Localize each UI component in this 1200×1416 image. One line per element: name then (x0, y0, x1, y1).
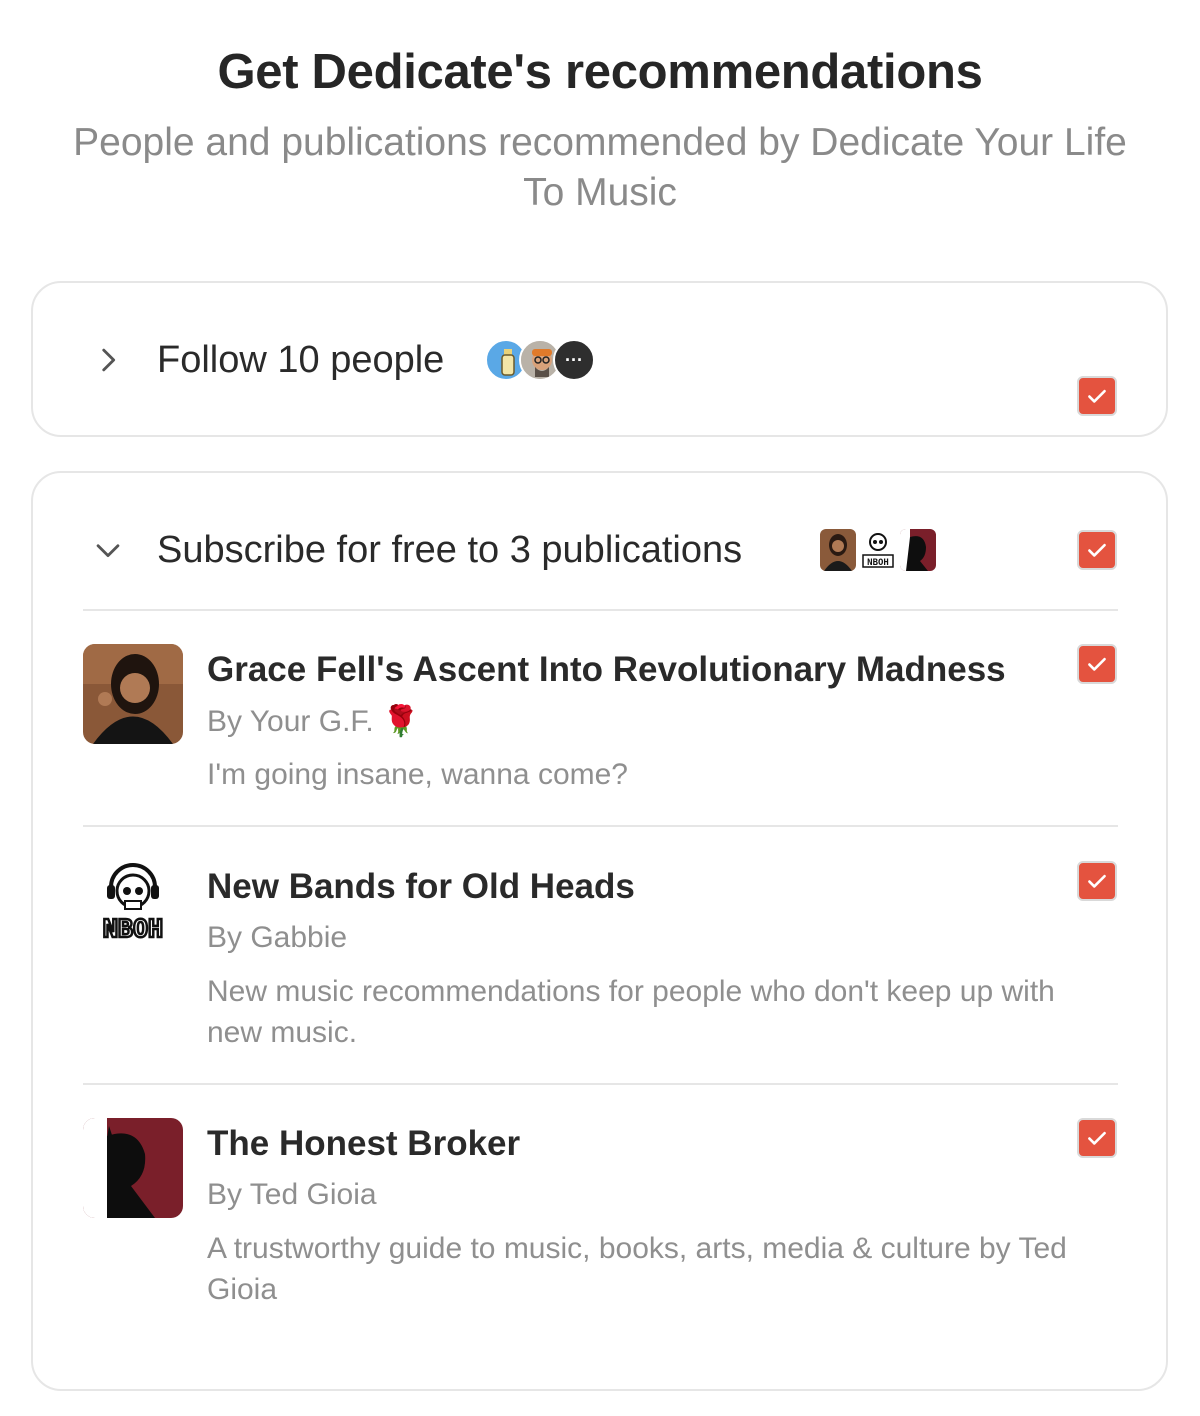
publication-checkbox[interactable] (1077, 1118, 1117, 1158)
page-subtitle: People and publications recommended by D… (73, 121, 1127, 214)
publication-name[interactable]: New Bands for Old Heads (207, 867, 635, 907)
publication-thumb-small (900, 529, 936, 571)
publication-thumbnail: NBOH (83, 861, 183, 961)
publication-thumb-small: NBOH (860, 529, 896, 571)
people-avatars: ··· (485, 339, 595, 381)
publications-section-label: Subscribe for free to 3 publications (157, 528, 743, 571)
publication-thumbnail (83, 1118, 183, 1218)
publication-name[interactable]: Grace Fell's Ascent Into Revolutionary M… (207, 650, 1006, 690)
checkmark-icon (1088, 389, 1106, 403)
publication-description: A trustworthy guide to music, books, art… (207, 1232, 1067, 1306)
publications-checkbox[interactable] (1077, 530, 1117, 570)
publications-section-header[interactable]: Subscribe for free to 3 publications NBO… (33, 510, 1166, 590)
publication-thumbnails: NBOH (820, 529, 940, 571)
divider (83, 825, 1118, 827)
checkmark-icon (1088, 1131, 1106, 1145)
publication-thumb-small (820, 529, 856, 571)
divider (83, 1083, 1118, 1085)
more-avatars-icon: ··· (553, 339, 595, 381)
checkmark-icon (1088, 874, 1106, 888)
svg-text:NBOH: NBOH (867, 558, 889, 568)
people-card: Follow 10 people ··· (31, 281, 1168, 437)
publication-checkbox[interactable] (1077, 861, 1117, 901)
page-title: Get Dedicate's recommendations (217, 45, 983, 99)
divider (83, 609, 1118, 611)
publication-description: I'm going insane, wanna come? (207, 758, 628, 791)
people-checkbox[interactable] (1077, 376, 1117, 416)
publication-thumbnail (83, 644, 183, 744)
publication-checkbox[interactable] (1077, 644, 1117, 684)
chevron-down-icon[interactable] (91, 533, 125, 567)
checkmark-icon (1088, 543, 1106, 557)
checkmark-icon (1088, 657, 1106, 671)
publications-card: Subscribe for free to 3 publications NBO… (31, 471, 1168, 1391)
nboh-logo-text: NBOH (103, 914, 163, 943)
people-section-header[interactable]: Follow 10 people ··· (33, 320, 1166, 416)
publication-author: By Your G.F. 🌹 (207, 705, 420, 738)
people-section-label: Follow 10 people (157, 338, 445, 381)
publication-name[interactable]: The Honest Broker (207, 1124, 520, 1164)
chevron-right-icon[interactable] (91, 343, 125, 377)
publication-description: New music recommendations for people who… (207, 975, 1055, 1049)
publication-author: By Gabbie (207, 921, 348, 954)
publication-author: By Ted Gioia (207, 1178, 377, 1211)
